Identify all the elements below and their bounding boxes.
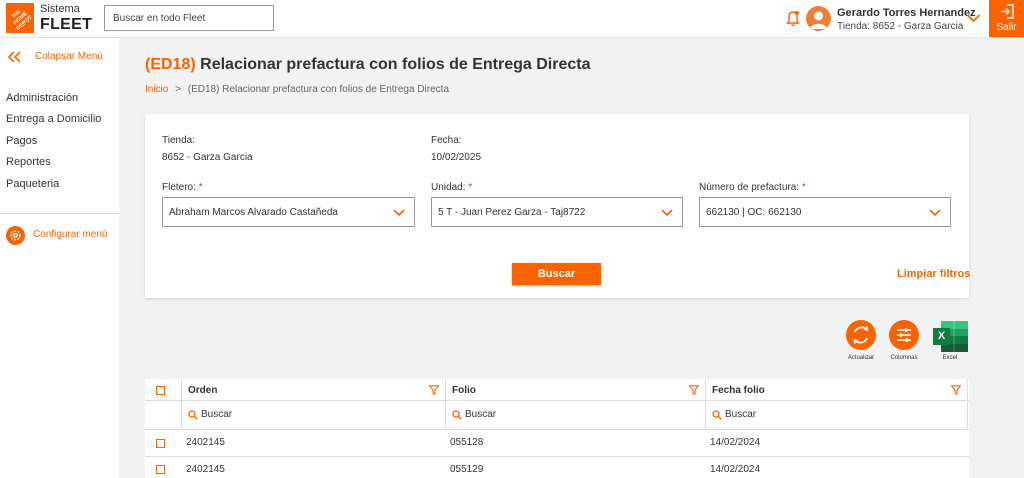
sidebar-item-paqueteria[interactable]: Paqueteria [6,178,59,190]
breadcrumb-home[interactable]: Inicio [145,84,168,95]
prefactura-select[interactable]: 662130 | OC: 662130 [699,197,951,227]
column-header-folio[interactable]: Folio [445,379,705,400]
fecha-folio-search-input[interactable] [725,405,945,423]
filter-icon[interactable] [689,385,699,395]
refresh-icon [846,320,876,350]
column-label-fecha-folio: Fecha folio [712,385,765,396]
row-checkbox[interactable] [156,465,165,474]
configure-menu-label: Configurar menú [33,229,108,240]
unidad-select[interactable]: 5 T - Juan Perez Garza - Taj8722 [431,197,683,227]
collapse-menu-button[interactable]: Colapsar Menú [6,50,116,64]
cell-orden: 2402145 [186,437,225,448]
page-title-text: Relacionar prefactura con folios de Entr… [200,56,591,73]
brand-line1: Sistema [40,3,80,15]
gear-icon [6,226,25,245]
breadcrumb-separator: > [175,84,181,95]
table-row[interactable]: 2402145 055128 14/02/2024 [145,430,969,457]
prefactura-label: Número de prefactura: * [699,182,806,193]
tienda-value: 8652 - Garza Garcia [162,152,253,163]
filter-icon[interactable] [429,385,439,395]
column-label-folio: Folio [452,385,476,396]
sidebar-item-entrega-domicilio[interactable]: Entrega a Domicilio [6,113,101,125]
columns-button[interactable]: Columnas [884,320,924,365]
brand-line2: FLEET [40,16,93,33]
page-code: (ED18) [145,56,196,73]
column-header-orden[interactable]: Orden [181,379,445,400]
breadcrumb: Inicio > (ED18) Relacionar prefactura co… [145,84,449,95]
column-label-orden: Orden [188,385,218,396]
configure-menu-button[interactable]: Configurar menú [6,226,116,245]
prefactura-label-text: Número de prefactura: [699,182,800,193]
search-icon [452,410,462,420]
sidebar-item-reportes[interactable]: Reportes [6,156,51,168]
required-mark: * [801,182,806,193]
filter-card: Tienda: 8652 - Garza Garcia Fecha: 10/02… [145,114,970,298]
prefactura-select-value: 662130 | OC: 662130 [706,207,802,218]
chevron-down-icon [929,209,941,217]
cell-fecha-folio: 14/02/2024 [710,464,761,475]
fecha-label: Fecha: [431,135,462,146]
fletero-select[interactable]: Abraham Marcos Alvarado Castañeda [162,197,415,227]
fletero-label: Fletero: * [162,182,203,193]
exit-button[interactable]: Salir [989,0,1024,37]
tienda-label: Tienda: [162,135,195,146]
refresh-button[interactable]: Actualizar [841,320,881,365]
table-header-row: Orden Folio Fecha folio [145,379,969,401]
global-search [104,5,274,31]
fletero-select-value: Abraham Marcos Alvarado Castañeda [169,207,338,218]
columns-label: Columnas [890,355,918,361]
cell-orden: 2402145 [186,464,225,475]
search-icon [712,410,722,420]
excel-label: Excel [942,355,958,361]
sliders-icon [889,320,919,350]
fletero-label-text: Fletero: [162,182,196,193]
exit-icon [1001,4,1014,19]
exit-label: Salir [996,22,1017,33]
required-mark: * [468,182,473,193]
cell-folio: 055128 [450,437,484,448]
double-chevron-left-icon [8,51,21,63]
bell-icon[interactable] [786,10,800,27]
unidad-label-text: Unidad: [431,182,466,193]
breadcrumb-current: (ED18) Relacionar prefactura con folios … [187,84,450,95]
page-title: (ED18) Relacionar prefactura con folios … [145,56,590,74]
clear-filters-link[interactable]: Limpiar filtros [897,268,970,280]
user-store: Tienda: 8652 - Garza Garcia [837,21,964,32]
folio-search-input[interactable] [465,405,685,423]
home-depot-logo-icon[interactable]: THE HOME DEPOT [6,3,34,33]
chevron-down-icon [393,209,405,217]
global-search-input[interactable] [105,6,273,30]
table-row[interactable]: 2402145 055129 14/02/2024 [145,457,969,478]
unidad-label: Unidad: * [431,182,472,193]
collapse-menu-label: Colapsar Menú [35,51,103,62]
table-filter-row [145,401,969,430]
chevron-down-icon [661,209,673,217]
fecha-value: 10/02/2025 [431,152,482,163]
results-table: Orden Folio Fecha folio 240214 [145,379,969,478]
search-icon [188,410,198,420]
search-button[interactable]: Buscar [512,263,601,285]
sidebar-divider [0,213,119,214]
required-mark: * [198,182,203,193]
user-name: Gerardo Torres Hernandez [837,7,976,19]
excel-letter: X [937,330,946,342]
user-avatar-icon[interactable] [806,6,831,31]
sidebar-item-administracion[interactable]: Administración [6,92,78,104]
excel-button[interactable]: X Excel [930,320,970,365]
sidebar: Colapsar Menú Administración Entrega a D… [0,38,119,478]
row-checkbox[interactable] [156,439,165,448]
cell-folio: 055129 [450,464,484,475]
orden-search-input[interactable] [201,405,421,423]
select-all-checkbox[interactable] [156,386,165,395]
brand-name: Sistema FLEET [40,4,92,33]
top-header: THE HOME DEPOT Sistema FLEET Gerardo Tor… [0,0,1024,38]
filter-icon[interactable] [951,385,961,395]
sidebar-item-pagos[interactable]: Pagos [6,135,37,147]
column-header-fecha-folio[interactable]: Fecha folio [705,379,968,400]
chevron-down-icon[interactable] [966,12,981,24]
cell-fecha-folio: 14/02/2024 [710,437,761,448]
unidad-select-value: 5 T - Juan Perez Garza - Taj8722 [438,207,586,218]
